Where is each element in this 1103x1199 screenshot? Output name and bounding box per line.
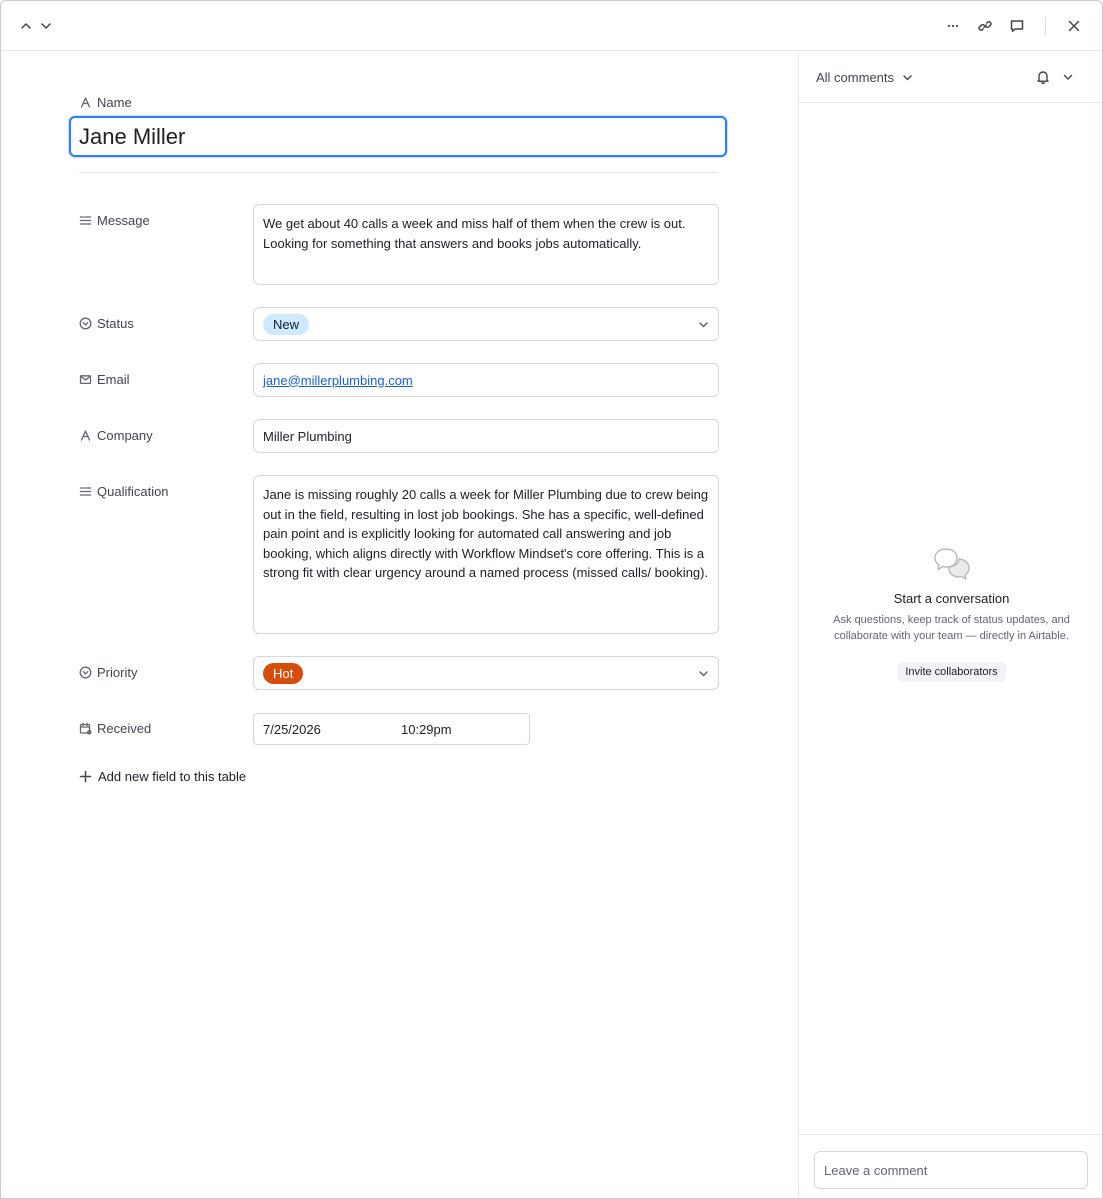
company-field-label: Company <box>79 428 153 443</box>
message-textarea[interactable]: We get about 40 calls a week and miss ha… <box>253 204 719 285</box>
qualification-textarea[interactable]: Jane is missing roughly 20 calls a week … <box>253 475 719 634</box>
created-time-field-icon <box>79 722 92 735</box>
record-expanded-window: Name Message We get about 40 calls a wee… <box>0 0 1103 1199</box>
company-input[interactable]: Miller Plumbing <box>253 419 719 453</box>
email-field-label: Email <box>79 372 130 387</box>
name-label-text: Name <box>97 95 132 110</box>
company-label-text: Company <box>97 428 153 443</box>
single-select-field-icon <box>79 666 92 679</box>
long-text-field-icon <box>79 216 92 225</box>
empty-state-title: Start a conversation <box>893 591 1010 606</box>
priority-pill: Hot <box>263 662 304 684</box>
status-select[interactable]: New <box>253 307 719 341</box>
add-field-label: Add new field to this table <box>98 769 247 784</box>
comments-header: All comments <box>799 52 1102 103</box>
received-field-label: Received <box>79 721 151 736</box>
empty-state-subtitle: Ask questions, keep track of status upda… <box>833 614 1070 642</box>
message-field-label: Message <box>79 213 150 228</box>
received-date[interactable]: 7/25/2026 <box>254 722 401 737</box>
chevron-up-icon[interactable] <box>16 16 36 36</box>
status-label-text: Status <box>97 316 134 331</box>
email-label-text: Email <box>97 372 130 387</box>
close-icon[interactable] <box>1064 16 1084 36</box>
received-label-text: Received <box>97 721 152 736</box>
qualification-field-label: Qualification <box>79 484 169 499</box>
toolbar-divider <box>1045 17 1046 35</box>
status-pill: New <box>263 313 310 335</box>
priority-select[interactable]: Hot <box>253 656 719 690</box>
text-field-icon <box>80 97 91 108</box>
chevron-down-icon[interactable] <box>36 16 56 36</box>
conversation-bubbles-icon <box>933 548 970 580</box>
link-icon[interactable] <box>975 16 995 36</box>
chevron-down-icon <box>903 75 912 81</box>
name-field-label: Name <box>79 95 132 110</box>
bell-icon[interactable] <box>1035 69 1051 85</box>
email-field-icon <box>79 375 92 385</box>
record-toolbar <box>1 1 1102 51</box>
comment-composer <box>799 1134 1102 1198</box>
long-text-field-icon <box>79 487 92 496</box>
qualification-label-text: Qualification <box>97 484 169 499</box>
chevron-down-icon <box>699 321 708 327</box>
email-link[interactable]: jane@millerplumbing.com <box>263 373 413 388</box>
single-select-field-icon <box>79 317 92 330</box>
name-input[interactable] <box>69 116 727 157</box>
comment-icon[interactable] <box>1007 16 1027 36</box>
comments-filter-label: All comments <box>816 70 895 85</box>
priority-field-label: Priority <box>79 665 137 680</box>
name-divider <box>79 172 718 173</box>
add-field-button[interactable]: Add new field to this table <box>79 769 246 784</box>
more-icon[interactable] <box>943 16 963 36</box>
chevron-down-icon <box>699 670 708 676</box>
invite-collaborators-button[interactable]: Invite collaborators <box>897 662 1006 682</box>
message-label-text: Message <box>97 213 150 228</box>
priority-label-text: Priority <box>97 665 138 680</box>
text-field-icon <box>80 430 91 441</box>
comments-filter-dropdown[interactable]: All comments <box>816 70 913 85</box>
plus-icon <box>79 770 92 783</box>
comments-empty-state: Start a conversation Ask questions, keep… <box>799 547 1102 682</box>
comments-panel: All comments Start a conversation Ask qu… <box>798 52 1102 1198</box>
received-time[interactable]: 10:29pm <box>401 722 452 737</box>
chevron-down-icon[interactable] <box>1062 71 1074 83</box>
record-form: Name Message We get about 40 calls a wee… <box>1 52 798 1198</box>
received-datetime[interactable]: 7/25/2026 10:29pm <box>253 713 530 745</box>
status-field-label: Status <box>79 316 134 331</box>
comment-input[interactable] <box>814 1151 1088 1189</box>
email-input[interactable]: jane@millerplumbing.com <box>253 363 719 397</box>
